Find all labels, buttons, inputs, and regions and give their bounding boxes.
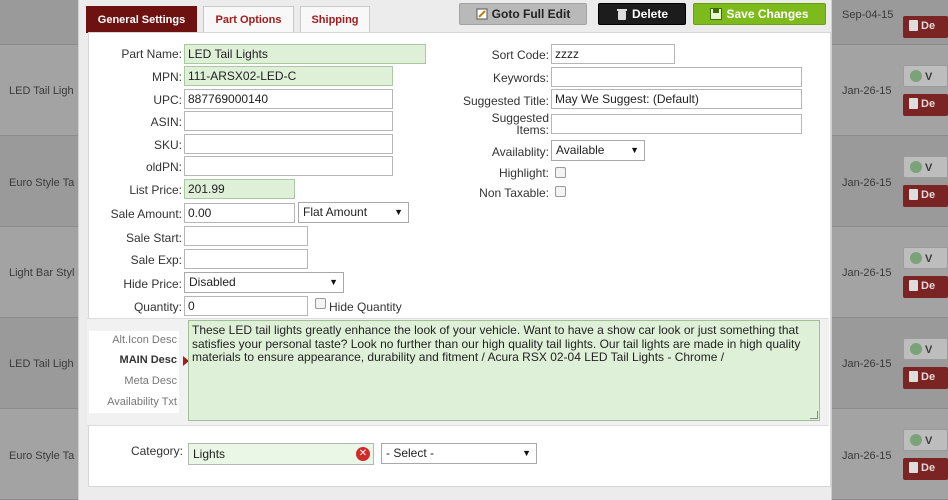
availability-label: Availablity: [491,145,549,159]
trash-icon [909,462,918,473]
keywords-label: Keywords: [492,71,549,85]
chevron-down-icon: ▼ [522,448,531,458]
sale-start-field[interactable] [184,226,308,246]
trash-icon [909,189,918,200]
quantity-field[interactable]: 0 [184,296,308,316]
category-field[interactable]: Lights ✕ [188,443,374,465]
desc-tab-alt-icon[interactable]: Alt.Icon Desc [89,334,179,346]
quantity-label: Quantity: [133,300,182,314]
row-delete-button[interactable]: De [903,276,948,298]
desc-tab-meta[interactable]: Meta Desc [89,375,179,387]
sku-label: SKU: [153,138,182,152]
row-date: Jan-26-15 [842,267,892,279]
row-view-button[interactable]: V [903,65,948,87]
list-price-field[interactable]: 201.99 [184,179,295,199]
view-icon [910,434,922,446]
row-delete-button[interactable]: De [903,16,948,38]
part-name-label: Part Name: [121,47,182,61]
floppy-disk-icon [710,8,723,20]
tab-part-options[interactable]: Part Options [203,6,294,33]
sku-field[interactable] [184,134,393,154]
trash-icon [909,98,918,109]
row-view-button[interactable]: V [903,156,948,178]
hide-price-label: Hide Price: [123,277,182,291]
oldpn-label: oldPN: [145,160,182,174]
delete-button[interactable]: Delete [598,3,686,25]
suggested-title-field[interactable]: May We Suggest: (Default) [551,89,802,109]
chevron-down-icon: ▼ [630,145,639,155]
hide-quantity-checkbox[interactable] [315,298,326,309]
keywords-field[interactable] [551,67,802,87]
chevron-down-icon: ▼ [394,207,403,217]
edit-icon [476,8,488,20]
sort-code-label: Sort Code: [491,48,549,62]
asin-field[interactable] [184,111,393,131]
row-date: Jan-26-15 [842,450,892,462]
tab-shipping[interactable]: Shipping [300,6,370,33]
trash-icon [909,20,918,31]
save-changes-button[interactable]: Save Changes [693,3,826,25]
row-date: Jan-26-15 [842,358,892,370]
availability-select[interactable]: Available ▼ [551,140,645,161]
row-view-button[interactable]: V [903,247,948,269]
desc-tab-availability[interactable]: Availability Txt [89,396,179,408]
row-name: LED Tail Ligh [9,358,74,370]
suggested-title-label: Suggested Title: [462,94,549,108]
category-label: Category: [130,444,183,458]
tab-general-settings[interactable]: General Settings [86,6,197,33]
clear-icon[interactable]: ✕ [356,447,370,461]
asin-label: ASIN: [150,115,182,129]
row-delete-button[interactable]: De [903,94,948,116]
mpn-label: MPN: [152,70,182,84]
upc-field[interactable]: 887769000140 [184,89,393,109]
sale-start-label: Sale Start: [125,231,182,245]
row-name: Euro Style Ta [9,450,75,462]
suggested-items-label: Suggested Items: [491,111,549,137]
row-view-button[interactable]: V [903,429,948,451]
row-view-button[interactable]: V [903,338,948,360]
row-delete-button[interactable]: De [903,367,948,389]
goto-full-edit-button[interactable]: Goto Full Edit [459,3,587,25]
chevron-down-icon: ▼ [329,277,338,287]
trash-icon [909,280,918,291]
hide-quantity-label: Hide Quantity [329,300,402,314]
description-textarea[interactable]: These LED tail lights greatly enhance th… [188,320,820,421]
hide-price-select[interactable]: Disabled ▼ [184,272,344,293]
resize-grip-icon[interactable] [810,411,818,419]
trash-icon [616,9,627,20]
view-icon [910,252,922,264]
upc-label: UPC: [153,93,182,107]
category-select[interactable]: - Select - ▼ [381,443,537,464]
sale-exp-field[interactable] [184,249,308,269]
part-name-field[interactable]: LED Tail Lights [184,44,426,64]
row-delete-button[interactable]: De [903,185,948,207]
view-icon [910,343,922,355]
suggested-items-field[interactable] [551,114,802,134]
row-date: Sep-04-15 [842,9,894,21]
highlight-checkbox[interactable] [555,167,566,178]
sale-amount-label: Sale Amount: [110,207,182,221]
non-taxable-label: Non Taxable: [479,186,549,200]
description-tabs: Alt.Icon Desc MAIN Desc Meta Desc Availa… [89,331,189,413]
sort-code-field[interactable]: zzzz [551,44,675,64]
view-icon [910,70,922,82]
sale-type-select[interactable]: Flat Amount ▼ [298,202,409,223]
sale-exp-label: Sale Exp: [130,253,182,267]
row-name: Euro Style Ta [9,177,75,189]
list-price-label: List Price: [129,183,182,197]
row-delete-button[interactable]: De [903,458,948,480]
row-date: Jan-26-15 [842,177,892,189]
desc-tab-main[interactable]: MAIN Desc [89,354,189,366]
mpn-field[interactable]: 111-ARSX02-LED-C [184,66,393,86]
row-name: Light Bar Styl [9,267,75,279]
trash-icon [909,371,918,382]
row-name: LED Tail Ligh [9,85,74,97]
oldpn-field[interactable] [184,156,393,176]
row-date: Jan-26-15 [842,85,892,97]
highlight-label: Highlight: [498,166,549,180]
sale-amount-field[interactable]: 0.00 [184,203,295,223]
non-taxable-checkbox[interactable] [555,186,566,197]
view-icon [910,161,922,173]
